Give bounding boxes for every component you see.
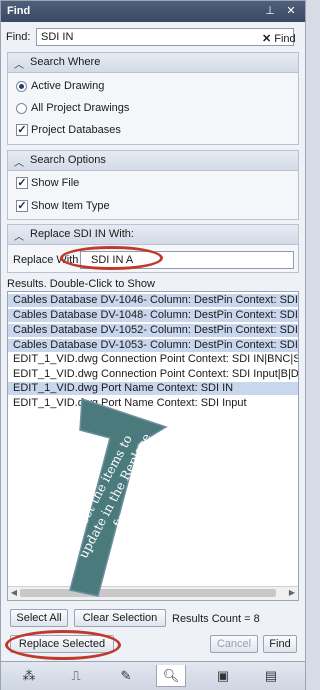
find-input[interactable]: SDI IN (36, 28, 294, 46)
search-options-header[interactable]: ︿ Search Options (8, 151, 298, 171)
replace-with-input[interactable]: SDI IN A (80, 251, 294, 269)
checkmark-icon: ✓ (16, 177, 28, 189)
results-count: Results Count = 8 (172, 613, 260, 625)
clear-selection-button[interactable]: Clear Selection (74, 609, 166, 627)
edit-icon[interactable]: ✎ (111, 665, 141, 687)
database-icon[interactable]: ▤ (256, 665, 286, 687)
option-label: Show File (31, 177, 80, 189)
list-item[interactable]: Cables Database DV-1048- Column: DestPin… (8, 309, 298, 322)
radio-indicator (16, 81, 27, 92)
search-where-title: Search Where (30, 56, 101, 68)
list-item[interactable]: Cables Database DV-1046- Column: DestPin… (8, 294, 298, 307)
find-panel: Find ⊥ ✕ Find: SDI IN ✕ Find ︿ Search Whe… (0, 0, 306, 690)
properties-icon[interactable]: ⁂ (14, 665, 44, 687)
find-row: Find: SDI IN ✕ Find (1, 26, 305, 48)
list-item[interactable]: EDIT_1_VID.dwg Connection Point Context:… (8, 353, 298, 366)
search-where-header[interactable]: ︿ Search Where (8, 53, 298, 73)
cancel-button[interactable]: Cancel (210, 635, 258, 653)
connector-icon[interactable]: ⎍ (61, 665, 91, 687)
find-inline-label: Find (274, 33, 296, 45)
results-label: Results. Double-Click to Show (7, 278, 155, 290)
checkmark-icon: ✓ (16, 200, 28, 212)
checkmark-icon: ✓ (16, 124, 28, 136)
collapse-chevron-icon: ︿ (14, 60, 24, 71)
find-button[interactable]: Find (263, 635, 297, 653)
list-item[interactable]: EDIT_1_VID.dwg Port Name Context: SDI IN (8, 382, 298, 395)
option-label: Show Item Type (31, 200, 110, 212)
clear-icon: ✕ (262, 33, 272, 45)
list-item[interactable]: EDIT_1_VID.dwg Connection Point Context:… (8, 368, 298, 381)
radio-indicator (16, 103, 27, 114)
panel-titlebar: Find ⊥ ✕ (1, 1, 305, 22)
replace-selected-button[interactable]: Replace Selected (10, 635, 114, 653)
search-options-group: ︿ Search Options ✓ Show File ✓ Show Item… (7, 150, 299, 220)
option-label: Project Databases (31, 124, 121, 136)
close-icon[interactable]: ✕ (284, 4, 298, 18)
replace-header[interactable]: ︿ Replace SDI IN With: (8, 225, 298, 245)
find-inline-button[interactable]: ✕ Find (262, 32, 302, 46)
replace-with-label: Replace With (13, 254, 79, 266)
scrollbar-thumb[interactable] (20, 589, 276, 597)
search-icon[interactable]: 🔍︎ (156, 665, 186, 687)
find-label: Find: (6, 31, 31, 43)
panel-title: Find (7, 5, 31, 17)
list-item[interactable]: Cables Database DV-1053- Column: DestPin… (8, 339, 298, 352)
option-label: Active Drawing (31, 80, 105, 92)
list-item[interactable]: Cables Database DV-1052- Column: DestPin… (8, 324, 298, 337)
pin-icon[interactable]: ⊥ (263, 4, 277, 18)
replace-input-value: SDI IN A (91, 254, 134, 266)
collapse-chevron-icon: ︿ (14, 232, 24, 243)
replace-group: ︿ Replace SDI IN With: Replace With SDI … (7, 224, 299, 273)
layout-icon[interactable]: ▣ (208, 665, 238, 687)
scroll-left-icon[interactable]: ◀ (8, 587, 20, 599)
collapse-chevron-icon: ︿ (14, 158, 24, 169)
replace-title: Replace SDI IN With: (30, 228, 134, 240)
search-options-title: Search Options (30, 154, 106, 166)
search-where-group: ︿ Search Where Active Drawing All Projec… (7, 52, 299, 145)
horizontal-scrollbar[interactable]: ◀ ▶ (8, 586, 298, 600)
scroll-right-icon[interactable]: ▶ (286, 587, 298, 599)
bottom-tab-bar: ⁂ ⎍ ✎ 🔍︎ ▣ ▤ (1, 661, 305, 690)
select-all-button[interactable]: Select All (10, 609, 68, 627)
list-item[interactable]: EDIT_1_VID.dwg Port Name Context: SDI In… (8, 397, 298, 410)
option-label: All Project Drawings (31, 102, 130, 114)
find-input-value: SDI IN (41, 31, 74, 43)
